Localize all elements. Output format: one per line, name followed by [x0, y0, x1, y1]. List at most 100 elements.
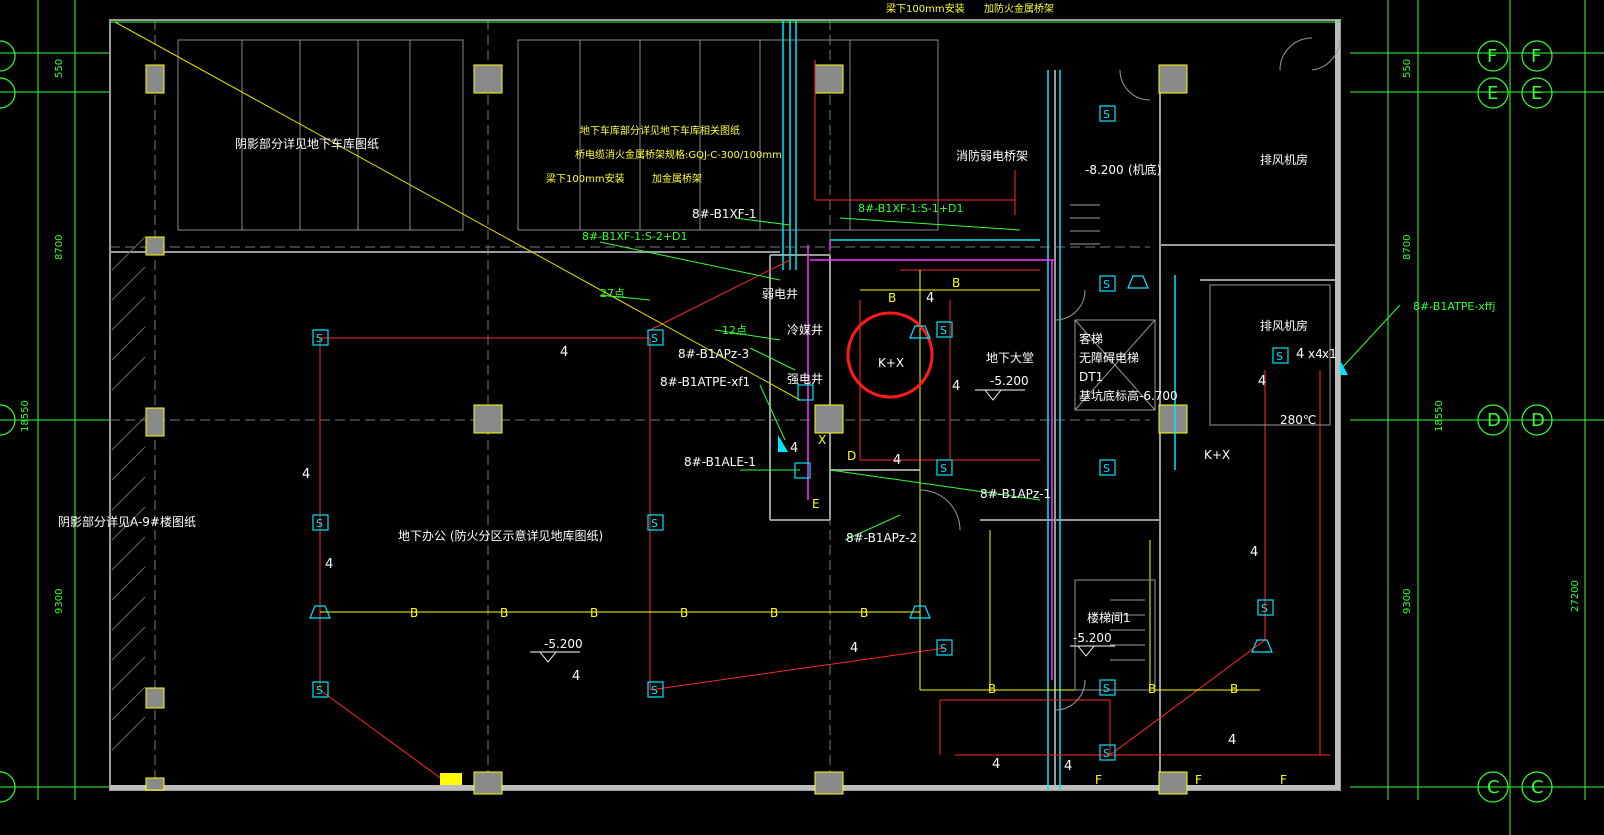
level-l4: -5.200 — [1073, 631, 1112, 645]
note-mid-4: 加金属桥架 — [652, 172, 702, 185]
count-4: 4 — [560, 345, 568, 360]
panel-marker — [440, 773, 462, 785]
grid-c: C — [1487, 777, 1500, 798]
switch-s: S — [940, 462, 947, 475]
note-12: 12点 — [722, 324, 747, 337]
switch-s: S — [1276, 350, 1283, 363]
cad-floor-plan: S S S S S S S S S S S S S S S S 阴影部分详见地下… — [0, 0, 1604, 835]
switch-s: S — [651, 684, 658, 697]
circuit-c9: 8#-B1ATPE-xffj — [1413, 300, 1495, 313]
wire-b: B — [500, 606, 508, 620]
grid-c: C — [1531, 777, 1544, 798]
wire-b: B — [860, 606, 868, 620]
x1-symbol: x1 — [1322, 347, 1337, 361]
count-4: 4 — [325, 557, 333, 572]
circuit-c6: 8#-B1ALE-1 — [684, 455, 756, 469]
switch-s: S — [316, 684, 323, 697]
switch-s: S — [651, 517, 658, 530]
e-symbol: E — [812, 497, 820, 511]
count-4: 4 — [926, 291, 934, 306]
room-shadow-9: 阴影部分详见A-9#楼图纸 — [58, 514, 196, 529]
switch-s: S — [1103, 682, 1110, 695]
wire-b: B — [952, 276, 960, 290]
note-top-2: 加防火金属桥架 — [984, 2, 1054, 15]
grid-d: D — [1487, 410, 1501, 431]
right-wall — [1335, 20, 1340, 790]
wire-b: B — [1148, 682, 1156, 696]
switch-s: S — [316, 332, 323, 345]
switch-s: S — [651, 332, 658, 345]
room-pit: (机底) — [1128, 162, 1161, 177]
switch-s: S — [940, 324, 947, 337]
circuit-c8: 8#-B1APz-2 — [846, 531, 917, 545]
level-l3: -5.200 — [544, 637, 583, 651]
dim-left-9300: 9300 — [54, 589, 65, 614]
d-symbol: D — [847, 449, 856, 463]
room-fan-top: 排风机房 — [1260, 152, 1308, 167]
grid-e: E — [1531, 83, 1542, 104]
level-l2: -5.200 — [990, 374, 1029, 388]
note-top-1: 梁下100mm安装 — [886, 2, 965, 15]
switch-s: S — [1261, 602, 1268, 615]
kx-symbol: K+X — [878, 356, 904, 370]
grid-f: F — [1531, 46, 1541, 67]
count-4: 4 — [302, 467, 310, 482]
count-4: 4 — [850, 641, 858, 656]
circuit-c1: 8#-B1XF-1 — [692, 207, 757, 221]
level-temp: 280℃ — [1280, 413, 1316, 427]
kx-symbol-right: K+X — [1204, 448, 1230, 462]
dim-right-8700: 8700 — [1402, 235, 1413, 260]
room-shadow-garage: 阴影部分详见地下车库图纸 — [235, 136, 379, 151]
dim-right-27200: 27200 — [1570, 580, 1581, 612]
grid-d: D — [1531, 410, 1545, 431]
wire-b: B — [1230, 682, 1238, 696]
wire-b: B — [590, 606, 598, 620]
f-symbol: F — [1095, 773, 1102, 787]
count-4: 4 — [952, 379, 960, 394]
count-4: 4 — [1250, 545, 1258, 560]
level-l1: -8.200 — [1085, 163, 1124, 177]
wire-b: B — [888, 291, 896, 305]
room-strong-shaft: 强电井 — [787, 372, 823, 386]
f-symbol: F — [1280, 773, 1287, 787]
f-symbol: F — [1195, 773, 1202, 787]
room-office: 地下办公 (防火分区示意详见地库图纸) — [398, 528, 603, 543]
circuit-c4: 8#-B1APz-3 — [678, 347, 749, 361]
note-27: 27点 — [600, 287, 625, 300]
count-4: 4 — [1258, 374, 1266, 389]
room-lobby: 地下大堂 — [986, 351, 1034, 365]
drawing-background — [0, 0, 1604, 835]
count-4: 4 — [1296, 347, 1304, 362]
dim-left-8700: 8700 — [54, 235, 65, 260]
room-elevator-1: 客梯 — [1079, 331, 1103, 346]
grid-e: E — [1487, 83, 1498, 104]
room-fan-mid: 排风机房 — [1260, 318, 1308, 333]
count-4: 4 — [893, 453, 901, 468]
wire-b: B — [770, 606, 778, 620]
dim-right-9300: 9300 — [1402, 589, 1413, 614]
x4-symbol: x4 — [1308, 347, 1323, 361]
dim-right-18550: 18550 — [1434, 400, 1445, 432]
count-4: 4 — [1228, 733, 1236, 748]
note-mid-2: 桥电缆消火金属桥架规格:GQJ-C-300/100mm — [575, 148, 782, 161]
grid-f: F — [1487, 46, 1497, 67]
room-stair: 楼梯间1 — [1087, 610, 1131, 625]
room-cold-shaft: 冷媒井 — [787, 323, 823, 337]
circuit-c7: 8#-B1APz-1 — [980, 487, 1051, 501]
room-elevator-3: DT1 — [1079, 370, 1103, 384]
x-symbol: X — [818, 433, 826, 447]
dim-right-550: 550 — [1402, 59, 1413, 78]
room-elevator-4: 基坑底标高-6.700 — [1079, 388, 1178, 403]
count-4: 4 — [790, 441, 798, 456]
wire-b: B — [680, 606, 688, 620]
count-4: 4 — [992, 757, 1000, 772]
switch-s: S — [1103, 278, 1110, 291]
circuit-c2: 8#-B1XF-1:S-1+D1 — [858, 202, 964, 215]
switch-s: S — [1103, 462, 1110, 475]
switch-s: S — [316, 517, 323, 530]
count-4: 4 — [1064, 759, 1072, 774]
switch-s: S — [1103, 747, 1110, 760]
note-mid-3: 梁下100mm安装 — [546, 172, 625, 185]
room-elevator-2: 无障碍电梯 — [1079, 350, 1139, 365]
wire-b: B — [410, 606, 418, 620]
